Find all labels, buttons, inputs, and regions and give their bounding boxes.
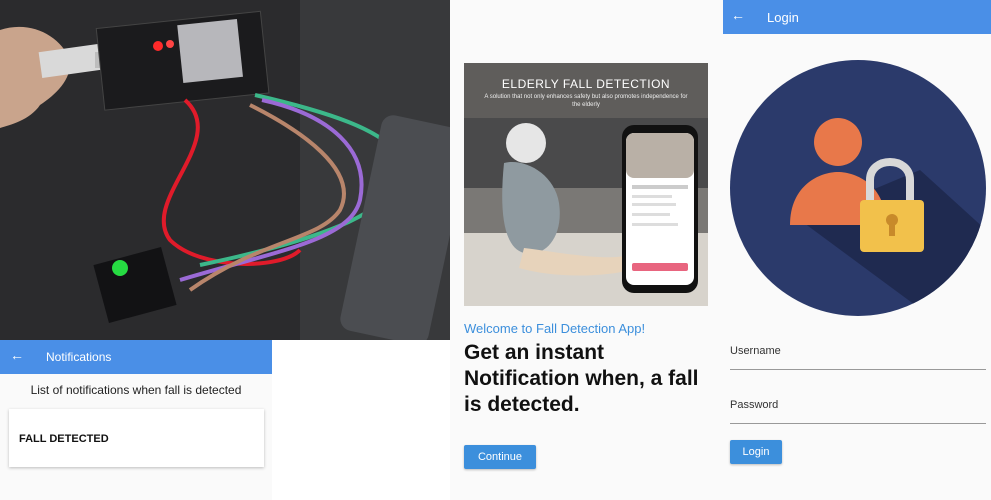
arrow-left-icon[interactable]: ← xyxy=(731,7,745,23)
welcome-screen: ELDERLY FALL DETECTION A solution that n… xyxy=(450,0,723,500)
hero-image: ELDERLY FALL DETECTION A solution that n… xyxy=(464,63,708,306)
username-label: Username xyxy=(730,345,781,357)
notification-card[interactable]: FALL DETECTED xyxy=(9,409,264,467)
notification-label: FALL DETECTED xyxy=(19,433,109,445)
notifications-subtitle: List of notifications when fall is detec… xyxy=(30,383,242,397)
esp32-circuit-illustration xyxy=(0,0,450,340)
welcome-headline: Get an instant Notification when, a fall… xyxy=(464,341,699,416)
notifications-app-bar: ← Notifications xyxy=(0,340,272,374)
username-field[interactable]: Username xyxy=(730,339,986,370)
notifications-title: Notifications xyxy=(46,350,112,364)
user-lock-icon xyxy=(730,60,986,316)
password-field[interactable]: Password xyxy=(730,393,986,424)
login-button[interactable]: Login xyxy=(730,440,782,464)
hero-subtitle: A solution that not only enhances safety… xyxy=(484,94,688,108)
login-screen: ← Login Username Password Login xyxy=(723,0,991,500)
hardware-photo xyxy=(0,0,450,340)
continue-button[interactable]: Continue xyxy=(464,445,536,469)
hero-title: ELDERLY FALL DETECTION xyxy=(501,77,671,91)
welcome-text: Welcome to Fall Detection App! xyxy=(464,321,646,336)
notifications-screen: ← Notifications List of notifications wh… xyxy=(0,340,272,500)
password-label: Password xyxy=(730,399,779,411)
arrow-left-icon[interactable]: ← xyxy=(10,347,24,363)
blank-area xyxy=(272,340,450,500)
login-app-bar: ← Login xyxy=(723,0,991,34)
login-title: Login xyxy=(767,10,799,25)
